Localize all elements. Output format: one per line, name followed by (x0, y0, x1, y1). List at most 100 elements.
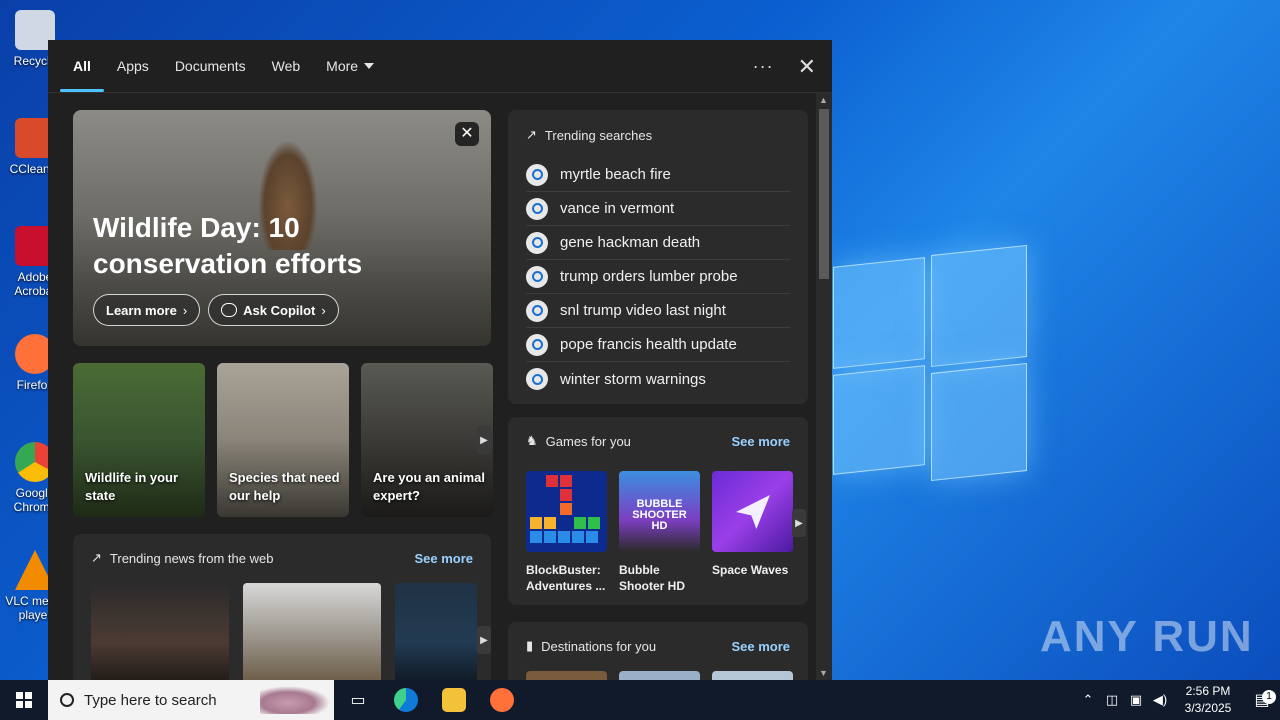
trending-news-card: ↗ Trending news from the web See more ▶ (73, 534, 491, 680)
tab-documents[interactable]: Documents (162, 40, 259, 93)
trending-search-item[interactable]: pope francis health update (526, 328, 790, 362)
search-tabs: All Apps Documents Web More ··· ✕ (48, 40, 832, 93)
taskbar-firefox-button[interactable] (478, 680, 526, 720)
hippo-doodle-image (260, 686, 330, 714)
chevron-right-icon: › (321, 302, 326, 318)
clock-date: 3/3/2025 (1184, 701, 1232, 715)
search-item-label: vance in vermont (560, 200, 675, 217)
chat-bubble-icon (221, 303, 238, 317)
notification-center-button[interactable]: ▤ 1 (1244, 690, 1280, 710)
learn-more-label: Learn more (106, 302, 177, 318)
more-options-icon[interactable]: ··· (753, 56, 774, 77)
destination-image[interactable] (619, 671, 700, 680)
search-icon (526, 197, 548, 220)
tiles-next-arrow-icon[interactable]: ▶ (477, 426, 491, 454)
trending-search-item[interactable]: snl trump video last night (526, 294, 790, 328)
close-icon[interactable]: ✕ (798, 54, 816, 80)
taskbar-edge-button[interactable] (382, 680, 430, 720)
start-button[interactable] (0, 680, 48, 720)
hero-card[interactable]: ✕ Wildlife Day: 10 conservation efforts … (73, 110, 491, 346)
volume-icon[interactable]: ◀) (1148, 692, 1172, 708)
windows-icon (16, 692, 32, 708)
trending-up-icon: ↗ (526, 127, 537, 142)
tile-wildlife-state[interactable]: Wildlife in your state (73, 363, 205, 517)
destinations-see-more-link[interactable]: See more (731, 639, 790, 654)
search-item-label: pope francis health update (560, 336, 737, 353)
taskbar-search-box[interactable]: Type here to search (48, 680, 334, 720)
tab-apps[interactable]: Apps (104, 40, 162, 93)
task-view-button[interactable]: ▭ (334, 680, 382, 720)
games-title: Games for you (545, 433, 631, 449)
trending-search-item[interactable]: vance in vermont (526, 192, 790, 226)
topic-tiles: Wildlife in your state Species that need… (73, 363, 493, 517)
space-waves-game-image (712, 471, 793, 552)
windows-logo-wallpaper (833, 240, 1033, 482)
clock[interactable]: 2:56 PM 3/3/2025 (1172, 683, 1244, 717)
tab-label: Apps (116, 58, 149, 74)
luggage-icon: ▮ (526, 638, 534, 653)
games-see-more-link[interactable]: See more (731, 434, 790, 449)
bubble-shooter-game-image: BUBBLE SHOOTER HD (619, 471, 700, 552)
tile-animal-expert[interactable]: Are you an animal expert? (361, 363, 493, 517)
game-tile-bubble-shooter[interactable]: BUBBLE SHOOTER HD Bubble Shooter HD (619, 471, 700, 594)
trending-search-item[interactable]: trump orders lumber probe (526, 260, 790, 294)
tile-species[interactable]: Species that need our help (217, 363, 349, 517)
taskbar-file-explorer-button[interactable] (430, 680, 478, 720)
games-next-arrow-icon[interactable]: ▶ (792, 509, 806, 537)
ask-copilot-label: Ask Copilot (243, 302, 316, 318)
scrollbar-thumb[interactable] (819, 109, 829, 279)
search-placeholder: Type here to search (84, 691, 217, 709)
search-icon (526, 368, 548, 390)
tab-label: Documents (174, 58, 246, 74)
destinations-title: Destinations for you (541, 638, 657, 654)
search-item-label: gene hackman death (560, 234, 701, 251)
search-panel: All Apps Documents Web More ··· ✕ ✕ Wild… (48, 40, 832, 680)
task-view-icon: ▭ (350, 692, 366, 709)
game-tile-blockbuster[interactable]: BlockBuster: Adventures ... (526, 471, 607, 594)
search-icon (526, 333, 548, 356)
game-controller-icon: ♞ (526, 433, 538, 448)
hero-close-icon[interactable]: ✕ (455, 122, 479, 146)
chevron-right-icon: › (182, 302, 188, 318)
chevron-up-icon[interactable]: ⌃ (1076, 692, 1100, 708)
blockbuster-game-image (526, 471, 607, 552)
trending-up-icon: ↗ (91, 550, 102, 565)
game-tile-space-waves[interactable]: Space Waves (712, 471, 793, 594)
game-title: Space Waves (712, 563, 789, 577)
tab-more[interactable]: More (313, 40, 387, 93)
scroll-down-icon[interactable]: ▼ (819, 668, 828, 678)
clock-time: 2:56 PM (1185, 684, 1231, 698)
search-item-label: myrtle beach fire (560, 166, 671, 183)
news-image[interactable] (395, 583, 477, 680)
destination-image[interactable] (526, 671, 607, 680)
panel-scrollbar[interactable]: ▲ ▼ (816, 93, 832, 680)
search-icon (526, 265, 548, 288)
scroll-up-icon[interactable]: ▲ (819, 95, 828, 105)
learn-more-button[interactable]: Learn more › (93, 294, 201, 326)
search-icon (526, 231, 548, 254)
search-icon (526, 163, 548, 186)
trending-search-item[interactable]: myrtle beach fire (526, 158, 790, 192)
news-next-arrow-icon[interactable]: ▶ (477, 626, 491, 654)
ask-copilot-button[interactable]: Ask Copilot › (208, 294, 339, 326)
trending-search-item[interactable]: winter storm warnings (526, 362, 790, 396)
network-icon[interactable]: ▣ (1124, 692, 1148, 708)
news-see-more-link[interactable]: See more (414, 551, 473, 566)
system-tray: ⌃ ◫ ▣ ◀) 2:56 PM 3/3/2025 ▤ 1 (1076, 680, 1280, 720)
search-item-label: snl trump video last night (560, 302, 726, 319)
trending-news-title: Trending news from the web (109, 550, 274, 566)
trending-searches-card: ↗ Trending searches myrtle beach fire va… (508, 110, 808, 404)
trending-searches-title: Trending searches (544, 127, 653, 143)
destination-image[interactable] (712, 671, 793, 680)
news-image[interactable] (91, 583, 229, 680)
news-image[interactable] (243, 583, 381, 680)
trending-search-item[interactable]: gene hackman death (526, 226, 790, 260)
game-art-text: BUBBLE SHOOTER HD (632, 498, 687, 532)
taskbar: Type here to search ▭ ⌃ ◫ ▣ ◀) 2:56 PM 3… (0, 680, 1280, 720)
meet-now-icon[interactable]: ◫ (1100, 692, 1124, 708)
tab-all[interactable]: All (60, 40, 104, 93)
tab-web[interactable]: Web (259, 40, 314, 93)
edge-icon (394, 688, 418, 712)
destinations-card: ▮ Destinations for you See more (508, 622, 808, 680)
tile-label: Wildlife in your state (85, 470, 179, 503)
